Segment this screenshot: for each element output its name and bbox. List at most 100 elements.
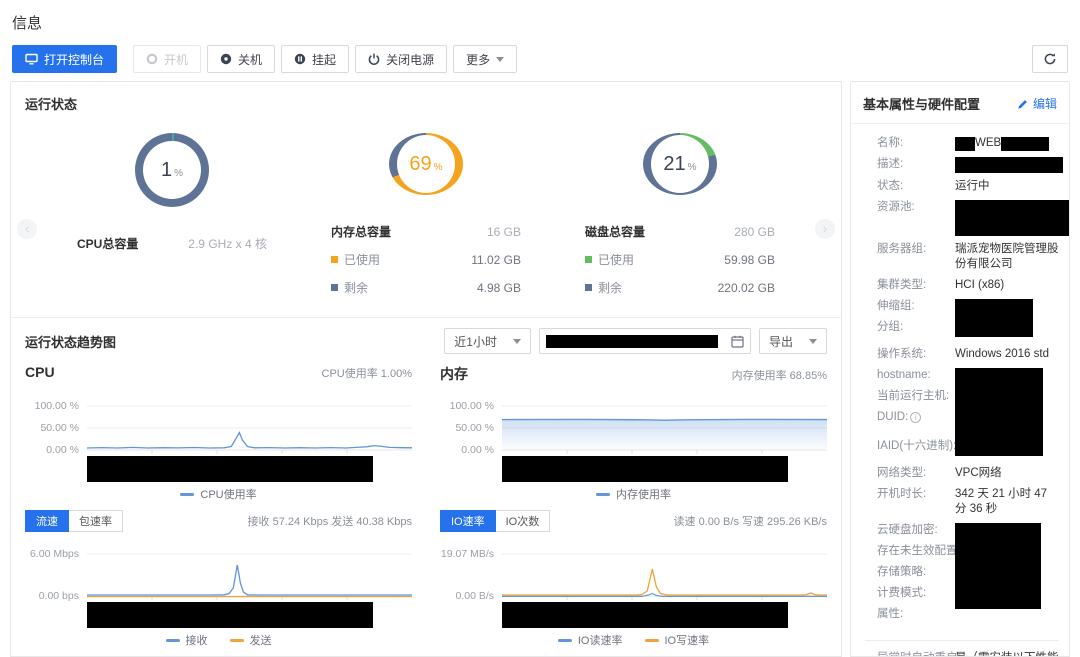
network-chart-summary: 接收 57.24 Kbps 发送 40.38 Kbps <box>248 513 412 529</box>
toolbar: 打开控制台 开机 关机 挂起 关闭电源 更多 <box>0 37 1080 81</box>
page-title: 信息 <box>0 0 1080 37</box>
redacted-x-axis <box>502 456 788 482</box>
io-write-legend-swatch <box>645 639 659 642</box>
power-icon <box>368 53 380 65</box>
power-off-button[interactable]: 关闭电源 <box>355 45 447 73</box>
open-console-button[interactable]: 打开控制台 <box>12 45 117 73</box>
tab-flow-rate[interactable]: 流速 <box>25 510 69 532</box>
disk-total-label: 磁盘总容量 <box>585 223 645 240</box>
free-legend-swatch <box>585 284 592 291</box>
content: 运行状态 1 % CPU总容量 2.9 GHz x 4 核 <box>0 81 1080 657</box>
redacted-value <box>955 137 975 151</box>
trend-title: 运行状态趋势图 <box>25 332 116 351</box>
redacted-date-range <box>546 335 718 348</box>
cpu-percent: 1 <box>161 159 172 182</box>
property-row-auto-restart: 异常时自动重启: 是（需安装以下性能优化工具才能生效） <box>877 651 1059 657</box>
tab-packet-rate[interactable]: 包速率 <box>69 510 123 532</box>
tab-io-count[interactable]: IO次数 <box>496 510 551 532</box>
carousel-next-button[interactable] <box>815 219 835 239</box>
redacted-value <box>955 368 1043 456</box>
used-legend-swatch <box>585 256 592 263</box>
used-legend-swatch <box>331 256 338 263</box>
io-chart-summary: 读速 0.00 B/s 写速 295.26 KB/s <box>674 513 827 529</box>
cpu-line-plot <box>87 396 412 456</box>
pencil-icon <box>1017 98 1029 110</box>
io-line-plot <box>502 542 827 602</box>
property-group-storage: 云硬盘加密: 存在未生效配置: 存储策略: 计费模式: 属性: <box>877 523 1059 628</box>
memory-line-plot <box>502 396 827 456</box>
memory-usage-legend-swatch <box>596 493 610 496</box>
redacted-value <box>955 523 1041 609</box>
memory-gauge: 69 % 内存总容量 16 GB 已使用 11.02 GB 剩余 <box>301 127 551 307</box>
redacted-value <box>955 157 1063 173</box>
refresh-button[interactable] <box>1032 45 1068 73</box>
property-row-network-type: 网络类型: VPC网络 <box>877 466 1059 481</box>
pause-circle-icon <box>294 53 306 65</box>
gauges-row: 1 % CPU总容量 2.9 GHz x 4 核 69 % <box>11 121 841 317</box>
edit-button[interactable]: 编辑 <box>1017 95 1057 112</box>
running-status-panel: 运行状态 1 % CPU总容量 2.9 GHz x 4 核 <box>10 81 842 657</box>
carousel-prev-button[interactable] <box>17 219 37 239</box>
redacted-value <box>955 200 1069 236</box>
property-group-host-ids: hostname: 当前运行主机: DUID: IAID(十六进制): <box>877 368 1059 460</box>
property-row-server-group: 服务器组: 瑞派宠物医院管理股份有限公司 <box>877 242 1059 272</box>
cpu-usage-legend-swatch <box>180 493 194 496</box>
chevron-down-icon <box>513 339 521 344</box>
io-chart-tabs: IO速率 IO次数 <box>440 510 550 532</box>
info-icon[interactable] <box>910 412 921 423</box>
memory-percent: 69 <box>409 153 431 176</box>
property-row-resource-pool: 资源池: <box>877 200 1059 236</box>
property-row-status: 状态: 运行中 <box>877 179 1059 194</box>
chevron-down-icon <box>496 57 504 62</box>
properties-title: 基本属性与硬件配置 <box>863 94 980 113</box>
io-read-legend-swatch <box>558 639 572 642</box>
cpu-chart-summary: CPU使用率 1.00% <box>322 365 412 381</box>
shutdown-button[interactable]: 关机 <box>207 45 275 73</box>
redacted-value <box>1001 137 1049 151</box>
more-button[interactable]: 更多 <box>453 45 517 73</box>
chevron-down-icon <box>809 339 817 344</box>
divider <box>865 640 1059 641</box>
property-row-uptime: 开机时长: 342 天 21 小时 47 分 36 秒 <box>877 487 1059 517</box>
memory-total-label: 内存总容量 <box>331 223 391 240</box>
cpu-total-value: 2.9 GHz x 4 核 <box>188 235 267 252</box>
cpu-total-label: CPU总容量 <box>77 235 138 252</box>
property-row-description: 描述: <box>877 157 1059 173</box>
disk-total-value: 280 GB <box>734 225 775 239</box>
memory-donut: 69 % <box>389 133 463 195</box>
property-row-name: 名称: WEB <box>877 136 1059 151</box>
memory-chart-title: 内存 <box>440 364 468 384</box>
time-range-select[interactable]: 近1小时 <box>444 328 531 354</box>
memory-trend-chart: 内存 内存使用率 68.85% 100.00 % 50.00 % 0.00 % <box>440 364 827 510</box>
vm-status-value: 运行中 <box>955 179 1059 194</box>
cpu-gauge: 1 % CPU总容量 2.9 GHz x 4 核 <box>47 127 297 307</box>
free-legend-swatch <box>331 284 338 291</box>
disk-gauge: 21 % 磁盘总容量 280 GB 已使用 59.98 GB 剩余 <box>555 127 805 307</box>
property-row-os: 操作系统: Windows 2016 std <box>877 347 1059 362</box>
redacted-x-axis <box>87 456 373 482</box>
suspend-button[interactable]: 挂起 <box>281 45 349 73</box>
disk-percent: 21 <box>663 153 685 176</box>
power-on-icon <box>146 53 158 65</box>
calendar-icon <box>731 335 744 348</box>
disk-donut: 21 % <box>643 133 717 195</box>
properties-panel: 基本属性与硬件配置 编辑 名称: WEB 描述: 状态: 运 <box>850 81 1070 657</box>
power-on-button[interactable]: 开机 <box>133 45 201 73</box>
console-icon <box>25 53 38 65</box>
property-row-cluster-type: 集群类型: HCI (x86) <box>877 278 1059 293</box>
redacted-x-axis <box>87 602 373 628</box>
network-chart-tabs: 流速 包速率 <box>25 510 123 532</box>
redacted-x-axis <box>502 602 788 628</box>
trend-section: 运行状态趋势图 近1小时 导出 <box>11 317 841 656</box>
redacted-value <box>955 299 1033 337</box>
io-trend-chart: IO速率 IO次数 读速 0.00 B/s 写速 295.26 KB/s 19.… <box>440 510 827 656</box>
memory-chart-summary: 内存使用率 68.85% <box>732 367 827 383</box>
date-range-input[interactable] <box>539 328 751 354</box>
refresh-icon <box>1043 52 1057 66</box>
export-select[interactable]: 导出 <box>759 328 827 354</box>
shutdown-icon <box>220 53 232 65</box>
network-line-plot <box>87 542 412 602</box>
running-status-title: 运行状态 <box>11 82 841 121</box>
tab-io-rate[interactable]: IO速率 <box>440 510 496 532</box>
cpu-donut: 1 % <box>135 133 209 207</box>
